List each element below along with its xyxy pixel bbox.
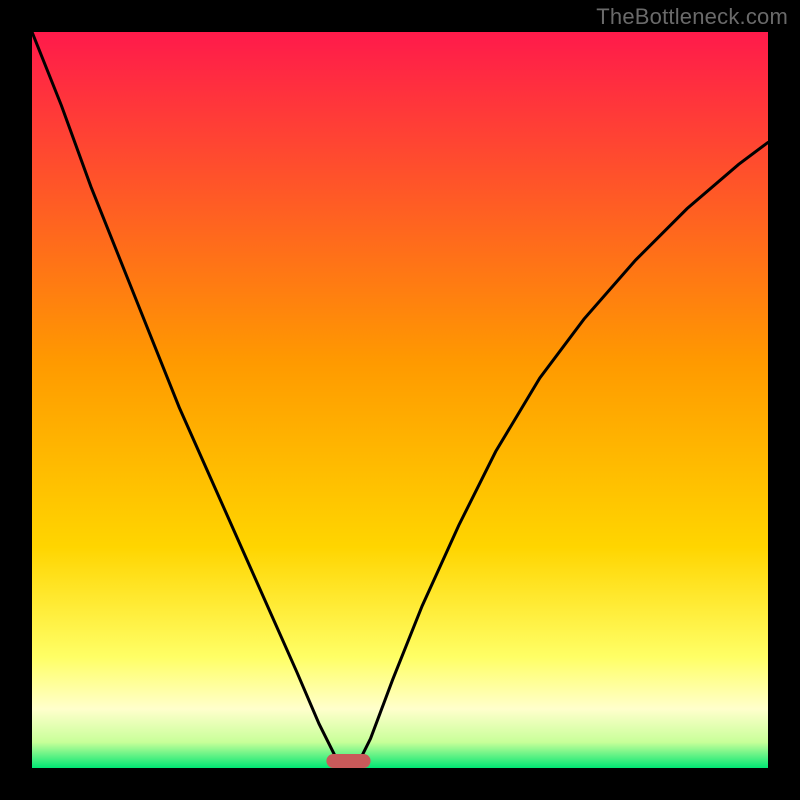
plot-area	[32, 32, 768, 768]
optimum-marker	[326, 754, 370, 768]
chart-svg	[32, 32, 768, 768]
chart-frame: TheBottleneck.com	[0, 0, 800, 800]
watermark-text: TheBottleneck.com	[596, 4, 788, 30]
